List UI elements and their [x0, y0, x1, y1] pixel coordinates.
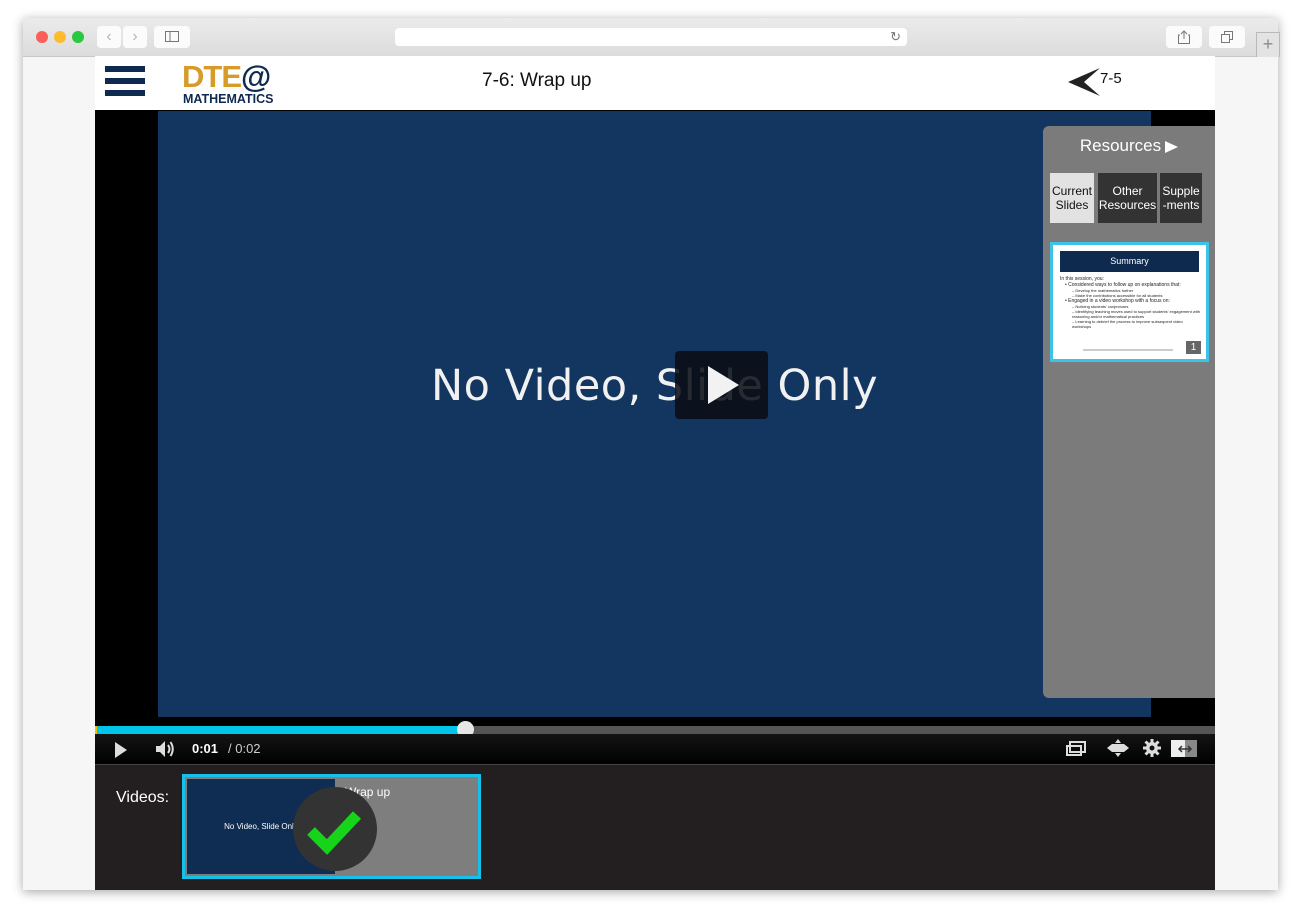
subbullet-text: Learning to debrief the process to impro… — [1072, 319, 1183, 329]
big-play-button[interactable] — [675, 351, 768, 419]
logo-at: @ — [241, 59, 271, 94]
logo[interactable]: DTE@ — [182, 59, 271, 94]
previous-lesson-label: 7-5 — [1100, 70, 1122, 87]
resize-icon[interactable] — [1107, 739, 1129, 757]
player-controls: 0:01 / 0:02 — [95, 734, 1215, 764]
sidebar-icon — [165, 31, 179, 42]
thumbnail-page-number: 1 — [1186, 341, 1201, 354]
resources-panel: Resources Current Slides Other Resources… — [1043, 126, 1215, 698]
picture-in-picture-icon[interactable] — [1066, 741, 1086, 756]
slide-thumbnail[interactable]: Summary In this session, you: • Consider… — [1050, 242, 1209, 362]
chevron-left-icon: ‹ — [106, 28, 112, 45]
sidebar-toggle-button[interactable] — [154, 26, 190, 48]
progress-fill — [95, 726, 467, 734]
menu-button[interactable] — [105, 66, 145, 96]
thumbnail-body: In this session, you: • Considered ways … — [1060, 276, 1202, 329]
resources-toggle[interactable]: Resources — [1043, 136, 1215, 156]
maximize-window-button[interactable] — [72, 31, 84, 43]
arrow-left-icon — [1068, 68, 1100, 96]
hamburger-line — [105, 78, 145, 84]
hamburger-line — [105, 66, 145, 72]
page-title: 7-6: Wrap up — [482, 70, 592, 91]
videos-label: Videos: — [116, 789, 170, 806]
slide-display: No Video, Slide Only — [158, 111, 1151, 717]
videos-section: Videos: No Video, Slide Only Wrap up — [95, 764, 1215, 890]
tab-current-slides[interactable]: Current Slides — [1050, 173, 1094, 223]
slide-text: No Video, Slide Only — [430, 361, 879, 411]
tab-supplements[interactable]: Supple -ments — [1160, 173, 1202, 223]
browser-window: ‹ › ↻ + DTE@ MATHEMATICS 7-6: Wrap up 7-… — [23, 18, 1280, 890]
subbullet-text: Identifying teaching moves used to suppo… — [1072, 309, 1200, 319]
checkmark-icon — [307, 811, 362, 855]
reload-icon[interactable]: ↻ — [890, 28, 901, 46]
close-window-button[interactable] — [36, 31, 48, 43]
chevron-right-icon: › — [132, 28, 138, 45]
thumbnail-footer — [1083, 349, 1173, 351]
web-page: DTE@ MATHEMATICS 7-6: Wrap up 7-5 No Vid… — [95, 56, 1215, 890]
logo-text: DTE — [182, 59, 242, 94]
toggle-panel-icon[interactable] — [1171, 740, 1197, 757]
tabs-overview-button[interactable] — [1209, 26, 1245, 48]
progress-bar[interactable] — [95, 721, 1215, 738]
page-header: DTE@ MATHEMATICS 7-6: Wrap up 7-5 — [95, 56, 1215, 110]
address-bar[interactable]: ↻ — [395, 28, 907, 46]
previous-lesson-link[interactable]: 7-5 — [1067, 66, 1137, 100]
completed-badge — [293, 787, 377, 871]
hamburger-line — [105, 90, 145, 96]
total-time: / 0:02 — [228, 741, 261, 756]
thumbnail-heading: Summary — [1060, 251, 1199, 272]
new-tab-button[interactable]: + — [1256, 32, 1280, 57]
forward-button[interactable]: › — [123, 26, 147, 48]
tab-other-resources[interactable]: Other Resources — [1098, 173, 1157, 223]
share-icon — [1178, 30, 1190, 44]
thumbnail-subbullet: – Learning to debrief the process to imp… — [1072, 319, 1183, 329]
resources-title: Resources — [1079, 136, 1162, 155]
settings-icon[interactable] — [1143, 739, 1161, 757]
play-arrow-icon — [1165, 140, 1179, 153]
current-time: 0:01 — [192, 741, 219, 756]
play-icon[interactable] — [115, 742, 127, 758]
minimize-window-button[interactable] — [54, 31, 66, 43]
share-button[interactable] — [1166, 26, 1202, 48]
thumbnail-subbullet: – Identifying teaching moves used to sup… — [1072, 309, 1200, 319]
back-button[interactable]: ‹ — [97, 26, 121, 48]
logo-subtitle: MATHEMATICS — [183, 92, 274, 106]
browser-toolbar: ‹ › ↻ + — [23, 18, 1280, 57]
video-player[interactable]: No Video, Slide Only Resources Current S… — [95, 110, 1215, 764]
tabs-icon — [1221, 31, 1233, 43]
volume-icon[interactable] — [155, 740, 175, 758]
video-item[interactable]: No Video, Slide Only Wrap up — [182, 774, 481, 879]
